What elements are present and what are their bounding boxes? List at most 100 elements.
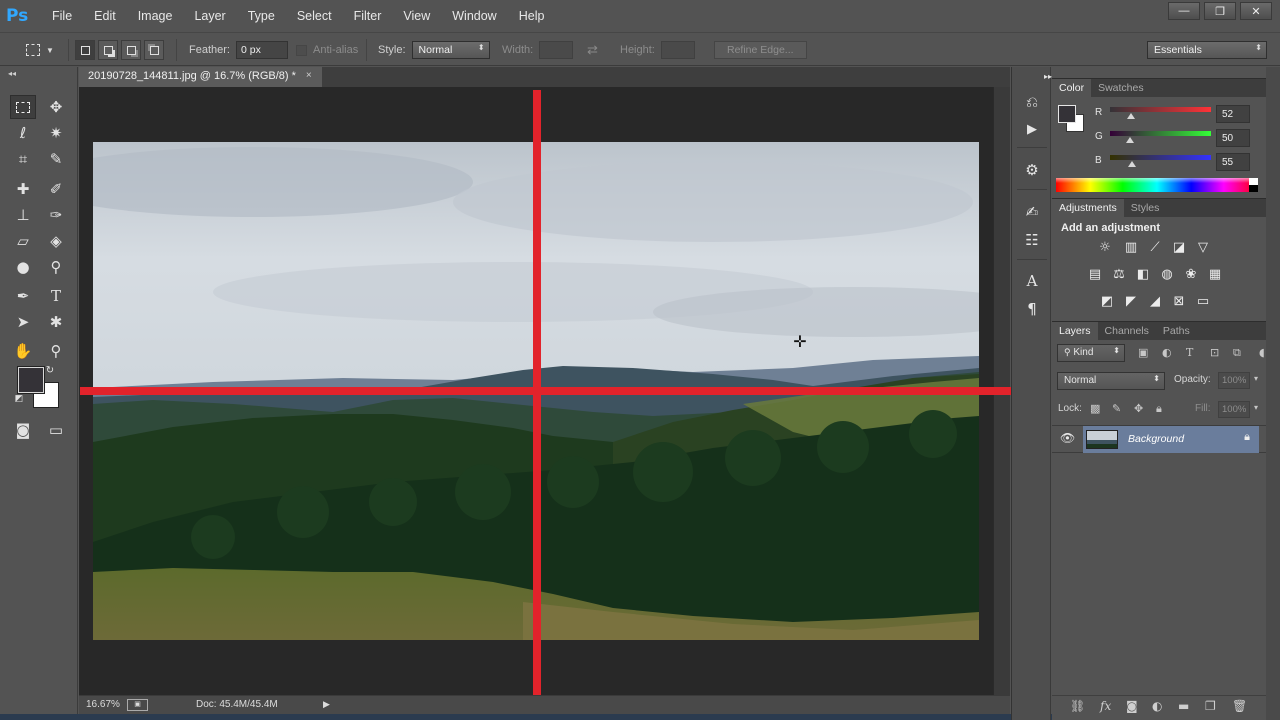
menu-edit[interactable]: Edit [94,9,116,23]
add-to-selection-button[interactable] [98,40,118,60]
feather-input[interactable]: 0 px [235,41,288,59]
horizontal-guide-line[interactable] [80,387,1014,395]
foreground-color-swatch[interactable] [17,366,45,394]
threshold-icon[interactable]: ◢ [1146,293,1164,311]
tab-channels[interactable]: Channels [1098,322,1156,341]
new-layer-icon[interactable]: ❐ [1205,699,1216,713]
new-adjustment-layer-icon[interactable]: ◐ [1152,699,1162,713]
lasso-tool-icon[interactable]: ℓ [10,121,36,145]
pen-tool-icon[interactable]: ✒ [10,284,36,308]
menu-select[interactable]: Select [297,9,332,23]
intersect-selection-button[interactable] [144,40,164,60]
swap-colors-icon[interactable]: ↻ [43,363,57,377]
tab-color[interactable]: Color [1052,79,1092,98]
history-panel-icon[interactable]: ⎌ [1022,92,1042,112]
subtract-from-selection-button[interactable] [121,40,141,60]
layer-filter-kind-select[interactable]: ⚲ Kind ⬍ [1057,344,1125,362]
history-brush-tool-icon[interactable]: ✑ [43,203,69,227]
color-lookup-icon[interactable]: ▦ [1206,266,1224,284]
menu-type[interactable]: Type [248,9,275,23]
tab-layers[interactable]: Layers [1052,322,1098,341]
blue-slider-thumb[interactable] [1127,161,1136,167]
paragraph-panel-icon[interactable]: ¶ [1022,299,1042,319]
tab-swatches[interactable]: Swatches [1091,79,1151,98]
color-spectrum-bar[interactable] [1056,178,1258,192]
eyedropper-tool-icon[interactable]: ✎ [43,147,69,171]
lock-image-pixels-icon[interactable]: ✎ [1112,402,1121,415]
red-slider-track[interactable] [1110,107,1211,112]
type-tool-icon[interactable]: T [43,284,69,308]
clone-stamp-tool-icon[interactable]: ⊥ [10,203,36,227]
opacity-input[interactable]: 100% [1218,372,1250,389]
black-white-picker[interactable] [1249,178,1258,192]
hand-tool-icon[interactable]: ✋ [10,339,36,363]
brightness-contrast-icon[interactable]: ☼ [1096,239,1114,257]
eye-visibility-icon[interactable]: 👁︎ [1060,431,1075,445]
fill-dropdown-icon[interactable]: ▾ [1254,403,1258,412]
custom-shape-tool-icon[interactable]: ✱ [43,310,69,334]
zoom-tool-icon[interactable]: ⚲ [43,339,69,363]
eraser-tool-icon[interactable]: ▱ [10,229,36,253]
filter-adjustment-layers-icon[interactable]: ◐ [1162,346,1172,359]
swap-width-height-icon[interactable]: ⇄ [587,40,598,60]
default-colors-icon[interactable]: ◩ [12,392,26,406]
menu-file[interactable]: File [52,9,72,23]
height-input[interactable] [660,41,695,59]
move-tool-icon[interactable]: ✥ [43,95,69,119]
blur-tool-icon[interactable]: ● [10,255,36,279]
lock-all-icon[interactable]: 🔒︎ [1156,402,1162,416]
menu-window[interactable]: Window [452,9,496,23]
rectangular-marquee-tool-icon[interactable] [10,95,36,119]
close-tab-icon[interactable]: × [306,70,312,87]
character-panel-icon[interactable]: A [1022,271,1042,291]
tab-styles[interactable]: Styles [1124,199,1167,218]
brush-tool-icon[interactable]: ✐ [43,177,69,201]
posterize-icon[interactable]: ◤ [1122,293,1140,311]
blue-slider-track[interactable] [1110,155,1211,160]
antialias-checkbox[interactable] [296,44,307,56]
refine-edge-button[interactable]: Refine Edge... [714,41,807,59]
vertical-guide-line[interactable] [533,90,541,707]
paint-bucket-tool-icon[interactable]: ◈ [43,229,69,253]
levels-icon[interactable]: ▥ [1122,239,1140,257]
properties-panel-icon[interactable]: ⚙ [1022,160,1042,180]
panels-scrollbar[interactable] [1266,67,1280,720]
menu-image[interactable]: Image [138,9,173,23]
width-input[interactable] [539,41,574,59]
vibrance-icon[interactable]: ▽ [1194,239,1212,257]
lock-position-icon[interactable]: ✥ [1134,402,1143,415]
filter-pixel-layers-icon[interactable]: ▣ [1138,346,1148,359]
quick-mask-icon[interactable]: ◙ [10,418,36,442]
dodge-tool-icon[interactable]: ⚲ [43,255,69,279]
document-tab[interactable]: 20190728_144811.jpg @ 16.7% (RGB/8) * × [79,67,322,87]
tool-presets-panel-icon[interactable]: ☷ [1022,230,1042,250]
green-value-input[interactable]: 50 [1216,129,1250,147]
new-selection-button[interactable] [75,40,95,60]
link-layers-icon[interactable]: ⛓ [1070,699,1085,713]
brush-presets-panel-icon[interactable]: ✍ [1022,202,1042,222]
restore-button[interactable]: ❐ [1204,2,1236,20]
red-slider-thumb[interactable] [1126,113,1135,119]
red-value-input[interactable]: 52 [1216,105,1250,123]
zoom-level[interactable]: 16.67% [86,699,120,710]
gradient-map-icon[interactable]: ▭ [1194,293,1212,311]
color-balance-icon[interactable]: ⚖ [1110,266,1128,284]
path-selection-tool-icon[interactable]: ➤ [10,310,36,334]
tab-adjustments[interactable]: Adjustments [1052,199,1124,218]
selective-color-icon[interactable]: ⊠ [1170,293,1188,311]
channel-mixer-icon[interactable]: ❀ [1182,266,1200,284]
layer-style-fx-icon[interactable]: fx [1100,699,1111,713]
healing-brush-tool-icon[interactable]: ✚ [10,177,36,201]
curves-icon[interactable]: ⟋ [1146,239,1164,257]
new-group-icon[interactable]: ▬ [1178,699,1189,713]
hue-saturation-icon[interactable]: ▤ [1086,266,1104,284]
green-slider-thumb[interactable] [1125,137,1134,143]
black-white-icon[interactable]: ◧ [1134,266,1152,284]
menu-filter[interactable]: Filter [354,9,382,23]
exposure-icon[interactable]: ◪ [1170,239,1188,257]
opacity-dropdown-icon[interactable]: ▾ [1254,374,1258,383]
layer-row[interactable]: 👁︎ Background 🔒︎ [1052,425,1280,453]
lock-transparent-pixels-icon[interactable]: ▩ [1090,402,1100,415]
blend-mode-select[interactable]: Normal ⬍ [1057,372,1165,390]
layer-name[interactable]: Background [1128,433,1184,445]
